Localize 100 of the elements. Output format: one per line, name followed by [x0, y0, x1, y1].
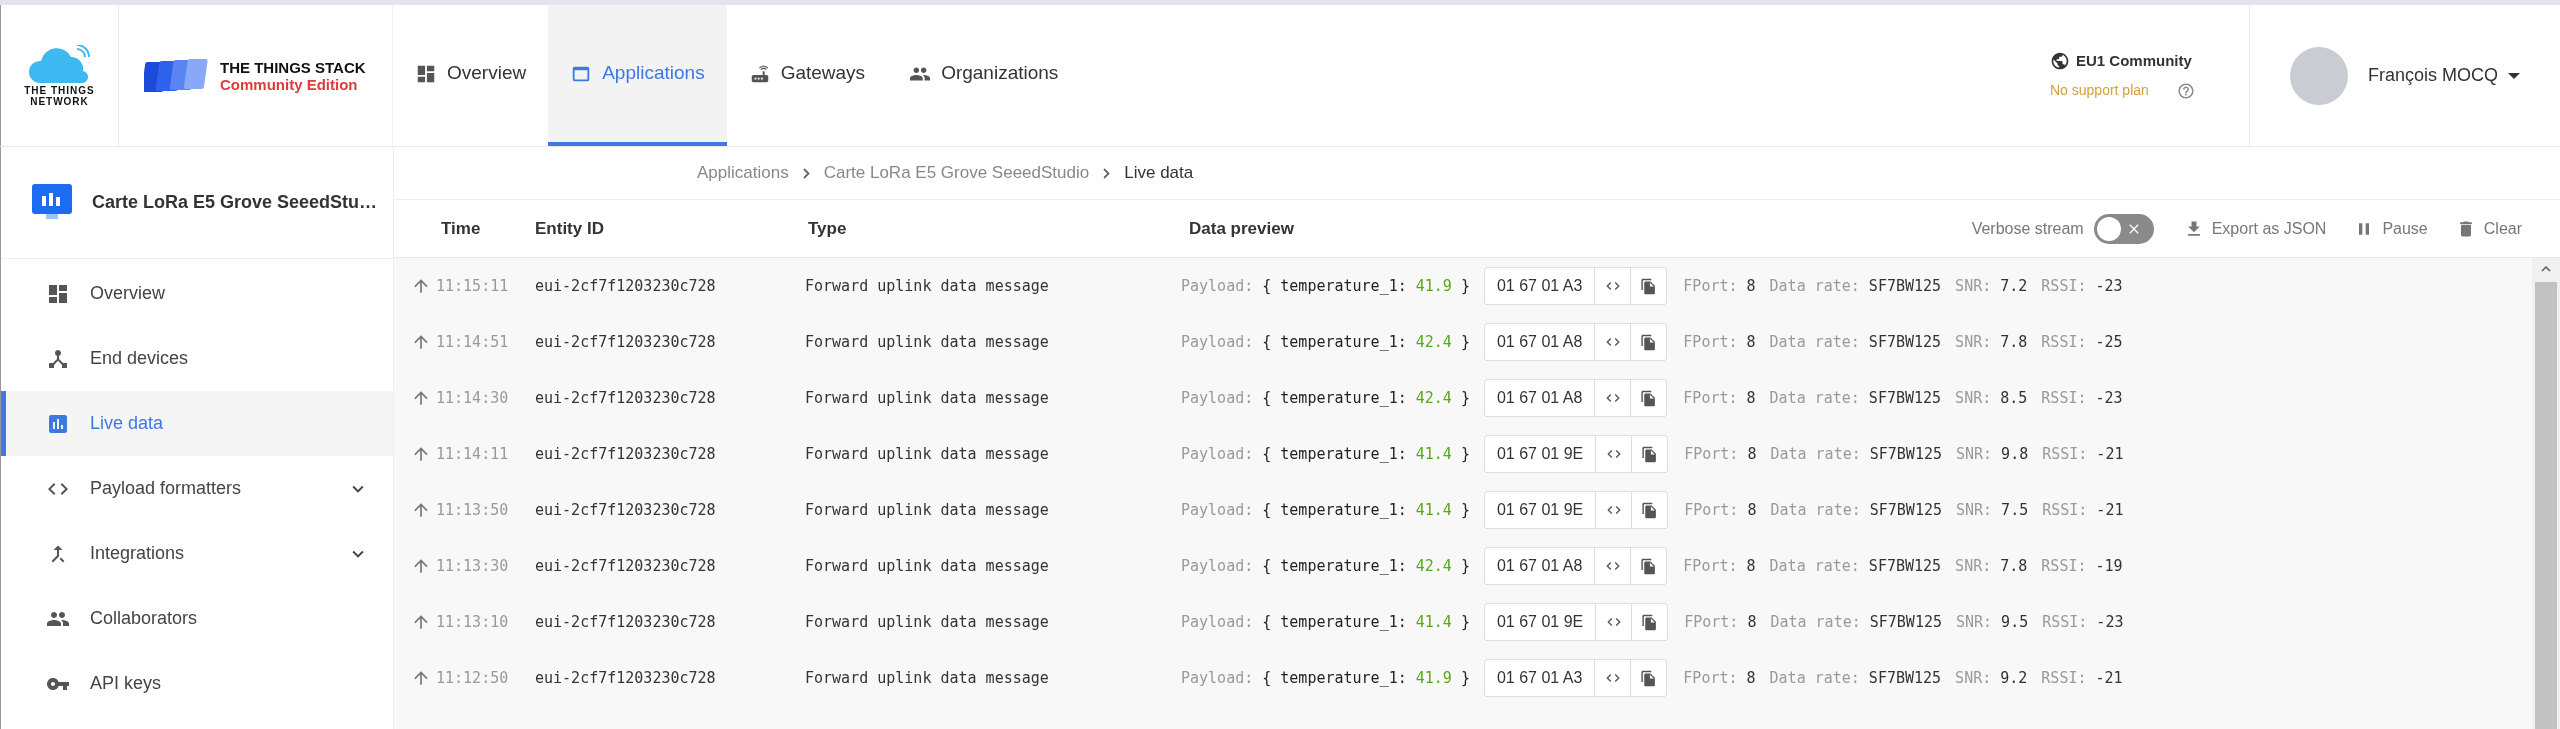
field-label: Data rate: [1769, 275, 1860, 297]
field-value: SF7BW125 [1868, 667, 1942, 689]
logo-subtitle: Community Edition [220, 75, 359, 93]
sidebar-item[interactable]: Overview [1, 261, 393, 326]
breadcrumb-link[interactable]: Carte LoRa E5 Grove SeeedStudio [823, 160, 1090, 186]
sidebar-item[interactable]: API keys [1, 651, 393, 716]
chevron-right-icon [802, 167, 810, 179]
toolbar-button[interactable]: Clear [2455, 216, 2522, 241]
payload-value: 41.9 [1415, 667, 1452, 689]
hex-value: 01 67 01 9E [1484, 436, 1597, 472]
column-header: Entity ID [535, 217, 605, 240]
field-value: 8 [1746, 275, 1756, 297]
field-label: Data rate: [1769, 331, 1860, 353]
table-cell-text: Forward uplink data message [805, 555, 1050, 577]
payload-value: 42.4 [1415, 555, 1452, 577]
field-label: Data rate: [1769, 555, 1860, 577]
hex-value: 01 67 01 9E [1484, 604, 1597, 640]
field-label: RSSI: [2042, 499, 2088, 521]
toolbar-button[interactable]: Pause [2354, 216, 2428, 241]
payload-key: { temperature_1: [1262, 330, 1407, 354]
copy-icon [1640, 557, 1658, 575]
verbose-toggle[interactable] [2093, 213, 2154, 244]
payload-brace: } [1460, 667, 1470, 689]
field-value: -19 [2095, 555, 2123, 577]
field-value: 8.5 [2000, 387, 2028, 409]
payload-brace: } [1460, 331, 1470, 353]
field-value: 7.8 [2000, 331, 2028, 353]
sidebar-item[interactable]: Live data [1, 391, 393, 456]
cloud-logo-icon [26, 44, 93, 85]
table-cell-text: eui-2cf7f1203230c728 [535, 611, 717, 633]
sidebar-item[interactable]: End devices [1, 326, 393, 391]
sidebar-item[interactable]: Payload formatters [1, 456, 393, 521]
field-value: 7.5 [2001, 499, 2029, 521]
field-label: Data rate: [1770, 443, 1861, 465]
field-label: RSSI: [2041, 667, 2087, 689]
field-value: 8 [1746, 387, 1756, 409]
table-cell-text: Forward uplink data message [805, 387, 1050, 409]
payload-value: 42.4 [1415, 331, 1452, 353]
table-cell-text: Forward uplink data message [805, 275, 1050, 297]
field-value: 9.8 [2001, 443, 2029, 465]
payload-key: { temperature_1: [1262, 274, 1407, 298]
field-value: 7.2 [2000, 275, 2028, 297]
field-label: RSSI: [2041, 275, 2087, 297]
field-value: SF7BW125 [1868, 331, 1942, 353]
payload-key: { temperature_1: [1262, 386, 1407, 410]
copy-icon [1641, 445, 1659, 463]
cluster-name: EU1 Community [2076, 50, 2192, 71]
payload-brace: } [1460, 443, 1470, 465]
breadcrumb-current: Live data [1124, 162, 1194, 185]
field-label: SNR: [1956, 443, 1993, 465]
table-cell-text: 11:13:50 [436, 499, 510, 521]
payload-label: Payload: [1181, 499, 1254, 521]
user-menu[interactable]: François MOCQ [2368, 62, 2521, 89]
table-cell-text: eui-2cf7f1203230c728 [535, 387, 717, 409]
field-label: RSSI: [2041, 555, 2087, 577]
breadcrumb-link[interactable]: Applications [697, 160, 789, 186]
field-label: RSSI: [2042, 611, 2088, 633]
field-label: SNR: [1955, 331, 1992, 353]
field-value: SF7BW125 [1869, 611, 1942, 633]
sidebar-item[interactable]: Collaborators [1, 586, 393, 651]
payload-label: Payload: [1181, 331, 1254, 353]
field-value: 8 [1746, 667, 1756, 689]
nav-tab[interactable]: Gateways [726, 5, 888, 146]
payload-brace: } [1460, 387, 1470, 409]
field-value: SF7BW125 [1868, 387, 1942, 409]
stacked-cards-logo-icon [144, 57, 208, 94]
field-value: 8 [1747, 443, 1757, 465]
field-value: -23 [2095, 387, 2123, 409]
payload-key: { temperature_1: [1262, 498, 1407, 522]
table-cell-text: Forward uplink data message [805, 499, 1050, 521]
chevron-right-icon [1103, 167, 1111, 179]
nav-tab[interactable]: Overview [393, 5, 549, 146]
table-cell-text: eui-2cf7f1203230c728 [535, 275, 717, 297]
payload-label: Payload: [1181, 667, 1254, 689]
nav-tab[interactable]: Applications [548, 5, 727, 146]
field-value: SF7BW125 [1868, 555, 1942, 577]
hex-value: 01 67 01 9E [1484, 492, 1597, 528]
payload-value: 41.4 [1415, 499, 1452, 521]
field-label: FPort: [1683, 275, 1738, 297]
payload-brace: } [1460, 555, 1470, 577]
payload-value: 41.9 [1415, 275, 1452, 297]
copy-icon [1640, 669, 1658, 687]
field-value: SF7BW125 [1869, 443, 1942, 465]
monitor-chart-icon [32, 184, 72, 221]
table-cell-text: eui-2cf7f1203230c728 [535, 499, 717, 521]
help-icon[interactable] [2176, 81, 2195, 100]
field-value: -21 [2096, 499, 2124, 521]
scrollbar[interactable] [2532, 258, 2560, 729]
nav-tab[interactable]: Organizations [887, 5, 1081, 146]
application-title: Carte LoRa E5 Grove SeeedStu… [92, 191, 378, 214]
field-label: FPort: [1683, 331, 1738, 353]
sidebar-item[interactable]: Integrations [1, 521, 393, 586]
table-cell-text: 11:15:11 [436, 275, 510, 297]
table-cell-text: 11:13:30 [436, 555, 510, 577]
toolbar-button[interactable]: Export as JSON [2183, 216, 2327, 241]
field-value: 8 [1747, 499, 1757, 521]
field-value: SF7BW125 [1869, 499, 1942, 521]
table-cell-text: 11:14:30 [436, 387, 510, 409]
payload-key: { temperature_1: [1262, 554, 1407, 578]
field-label: FPort: [1683, 555, 1738, 577]
